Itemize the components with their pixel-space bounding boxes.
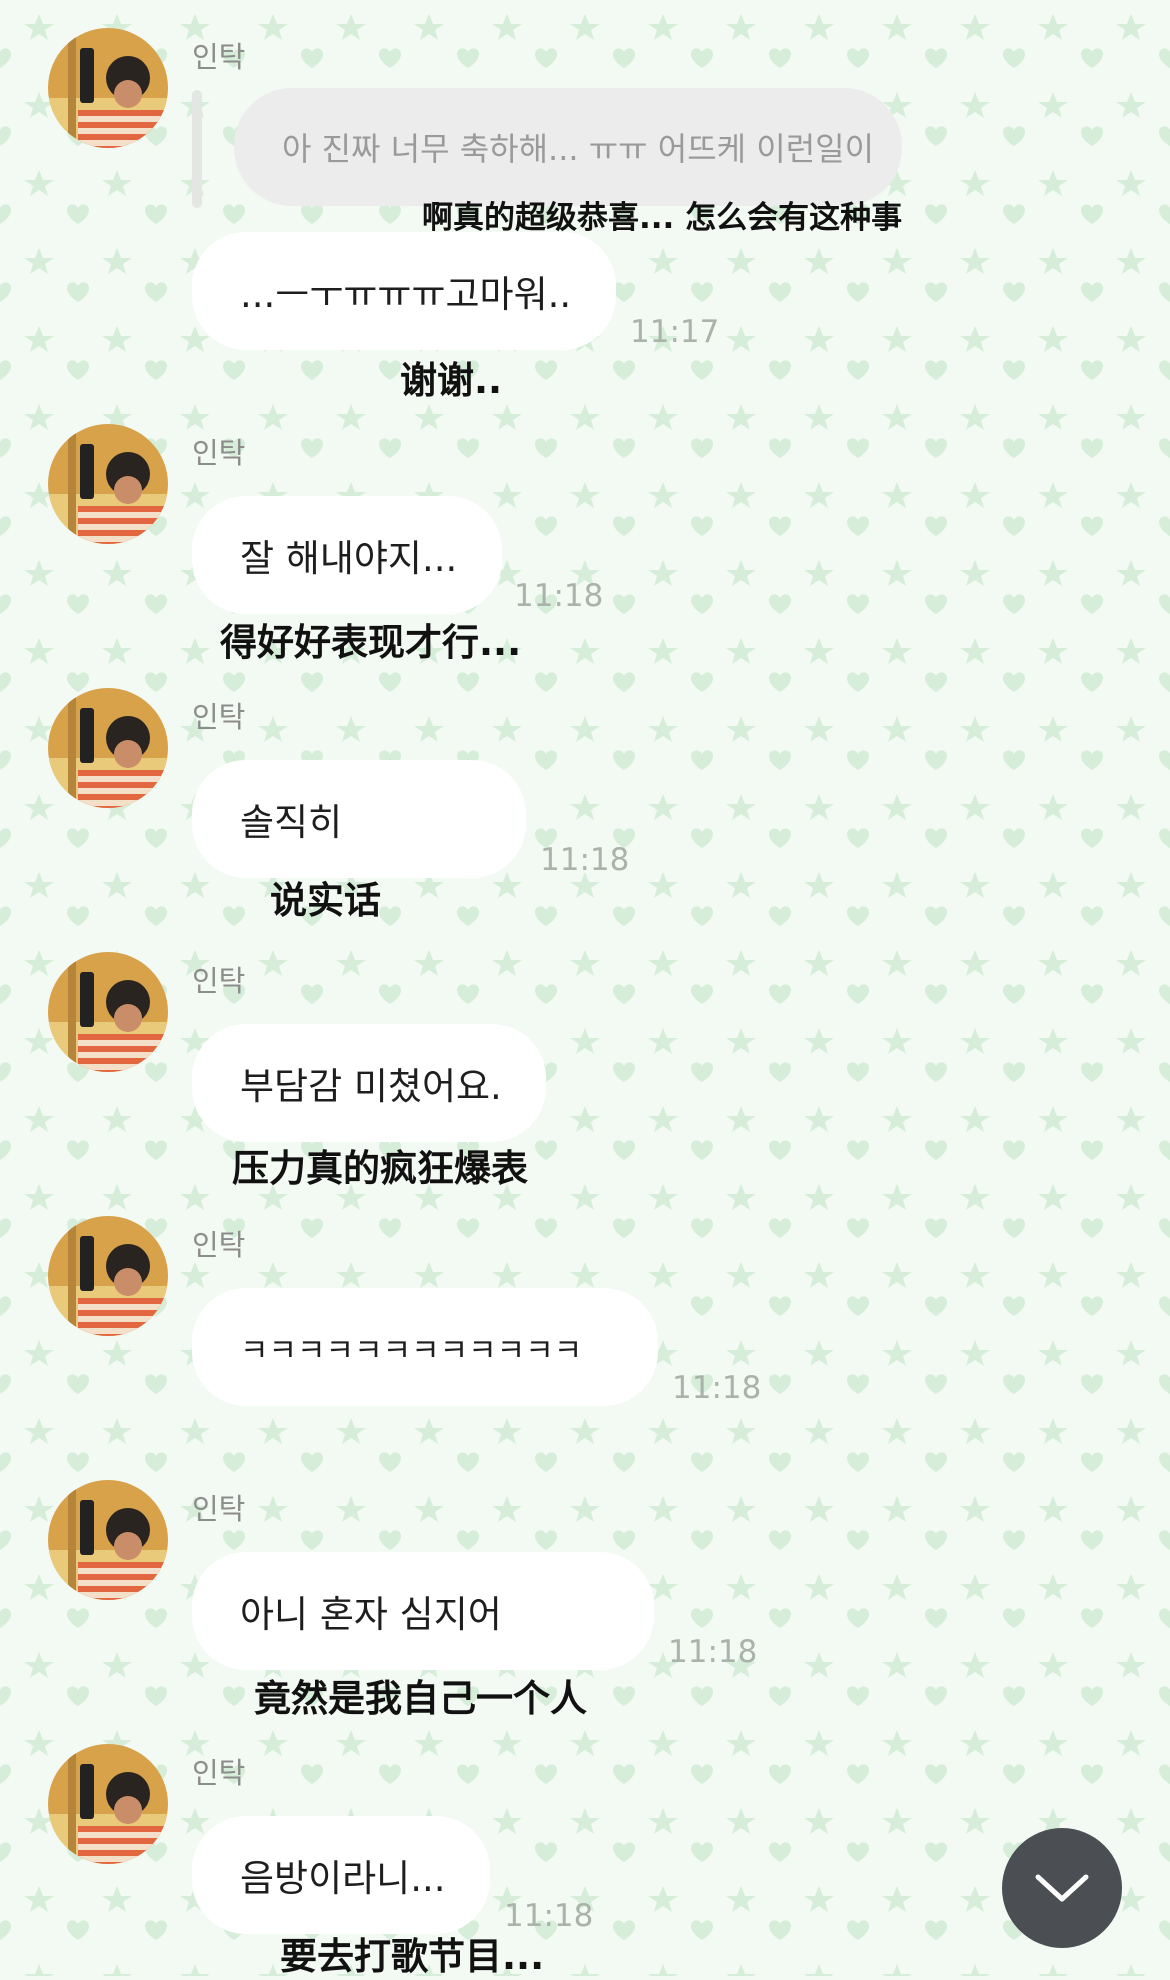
scroll-to-bottom-button[interactable] — [1002, 1828, 1122, 1948]
message-translation: 压力真的疯狂爆表 — [232, 1147, 528, 1190]
reply-quote-text: 아 진짜 너무 축하해... ㅠㅠ 어뜨케 이런일이 — [282, 130, 875, 168]
profile-photo-icon — [48, 688, 168, 808]
message-translation: 说实话 — [270, 879, 381, 922]
sender-name: 인탁 — [192, 1756, 246, 1790]
profile-photo-icon — [48, 1216, 168, 1336]
avatar[interactable] — [48, 952, 168, 1072]
message-time: 11:18 — [672, 1370, 762, 1406]
message-translation: 谢谢.. — [400, 359, 503, 402]
message-time: 11:18 — [668, 1634, 758, 1670]
profile-photo-icon — [48, 424, 168, 544]
message-text: 부담감 미쳤어요. — [240, 1065, 502, 1108]
message-bubble[interactable]: 솔직히 — [192, 760, 526, 878]
message-bubble[interactable]: 잘 해내야지... — [192, 496, 502, 614]
profile-photo-icon — [48, 28, 168, 148]
message-text: 음방이라니... — [240, 1857, 446, 1900]
message-time: 11:18 — [540, 842, 630, 878]
avatar[interactable] — [48, 688, 168, 808]
sender-name: 인탁 — [192, 1228, 246, 1262]
sender-name: 인탁 — [192, 1492, 246, 1526]
message-text: 솔직히 — [240, 801, 343, 844]
message-text: ...ㅡㅜㅠㅠㅠ고마워.. — [240, 273, 572, 316]
sender-name: 인탁 — [192, 964, 246, 998]
message-translation: 竟然是我自己一个人 — [254, 1677, 587, 1720]
message-time: 11:18 — [514, 578, 604, 614]
avatar[interactable] — [48, 28, 168, 148]
message-translation: 得好好表现才行... — [220, 621, 522, 664]
chevron-down-icon — [1035, 1874, 1089, 1902]
message-time: 11:17 — [630, 314, 720, 350]
sender-name: 인탁 — [192, 40, 246, 74]
message-translation: 要去打歌节目... — [280, 1935, 545, 1978]
message-bubble[interactable]: 부담감 미쳤어요. — [192, 1024, 546, 1142]
reply-quote-bubble[interactable]: 아 진짜 너무 축하해... ㅠㅠ 어뜨케 이런일이 — [234, 88, 902, 206]
avatar[interactable] — [48, 1744, 168, 1864]
message-bubble[interactable]: 음방이라니... — [192, 1816, 490, 1934]
message-bubble[interactable]: 아니 혼자 심지어 — [192, 1552, 654, 1670]
avatar[interactable] — [48, 424, 168, 544]
message-bubble[interactable]: ...ㅡㅜㅠㅠㅠ고마워.. — [192, 232, 616, 350]
message-text: 아니 혼자 심지어 — [240, 1593, 502, 1636]
message-text: ㅋㅋㅋㅋㅋㅋㅋㅋㅋㅋㅋㅋ — [240, 1332, 583, 1369]
sender-name: 인탁 — [192, 700, 246, 734]
sender-name: 인탁 — [192, 436, 246, 470]
chat-list[interactable]: 인탁 아 진짜 너무 축하해... ㅠㅠ 어뜨케 이런일이 啊真的超级恭喜...… — [0, 0, 1170, 1978]
message-bubble[interactable]: ㅋㅋㅋㅋㅋㅋㅋㅋㅋㅋㅋㅋ — [192, 1288, 658, 1406]
reply-translation: 啊真的超级恭喜... 怎么会有这种事 — [422, 200, 903, 236]
avatar[interactable] — [48, 1216, 168, 1336]
profile-photo-icon — [48, 952, 168, 1072]
profile-photo-icon — [48, 1480, 168, 1600]
message-text: 잘 해내야지... — [240, 537, 458, 580]
reply-quote-bar — [192, 90, 202, 208]
profile-photo-icon — [48, 1744, 168, 1864]
avatar[interactable] — [48, 1480, 168, 1600]
